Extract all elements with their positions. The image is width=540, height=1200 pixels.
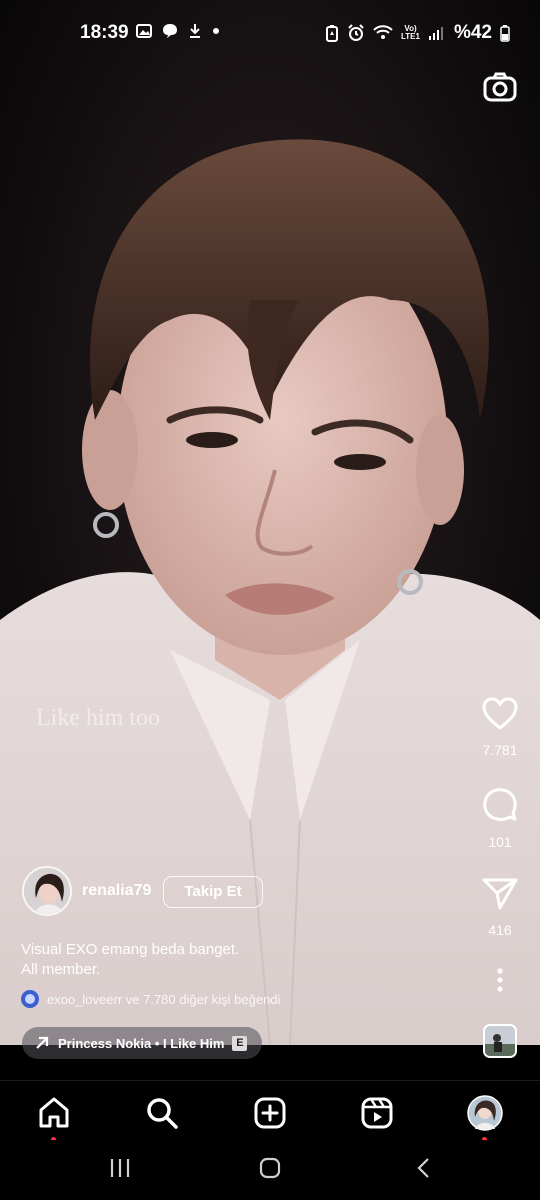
reel-overlay-text: Like him too — [36, 705, 160, 731]
caption-line-1: Visual EXO emang beda banget. — [21, 941, 240, 958]
share-count: 416 — [488, 922, 512, 938]
comment-action: 101 — [460, 787, 540, 850]
share-action: 416 — [460, 877, 540, 938]
profile-avatar — [467, 1095, 503, 1131]
download-icon — [190, 24, 200, 38]
audio-label: Princess Nokia • I Like Him — [58, 1035, 225, 1051]
more-notifications-dot-icon — [213, 28, 219, 34]
system-nav-bar — [0, 1140, 540, 1200]
author-avatar[interactable] — [22, 866, 72, 916]
alarm-icon — [348, 24, 364, 41]
reel-video[interactable]: Like him too — [0, 0, 540, 1045]
caption-line-2: All member. — [21, 961, 101, 978]
message-icon — [163, 24, 177, 38]
nav-home[interactable] — [36, 1095, 72, 1142]
more-vertical-icon[interactable] — [496, 967, 504, 993]
reel-portrait-image — [0, 0, 540, 1045]
send-icon[interactable] — [482, 877, 518, 911]
battery-saver-icon — [326, 25, 338, 42]
nav-create[interactable] — [252, 1095, 288, 1131]
home-icon — [39, 1097, 69, 1128]
arrow-up-right-icon — [36, 1036, 49, 1049]
heart-icon[interactable] — [482, 697, 518, 731]
gallery-icon — [136, 24, 152, 38]
recent-apps-icon[interactable] — [108, 1157, 132, 1179]
liker-avatar-image — [21, 990, 39, 1008]
liked-by-text: exoo_loveerr ve 7.780 diğer kişi beğendi — [47, 991, 281, 1007]
liker-avatar — [21, 990, 39, 1008]
caption[interactable]: Visual EXO emang beda banget. All member… — [21, 940, 239, 980]
status-notification-icons — [136, 23, 220, 39]
nav-profile[interactable] — [467, 1095, 503, 1142]
camera-button[interactable] — [482, 70, 518, 106]
wifi-icon — [373, 25, 393, 39]
signal-icon — [428, 27, 443, 40]
volte-label: Vo) LTE1 — [401, 24, 420, 41]
status-time: 18:39 — [80, 22, 129, 43]
status-system-icons: Vo) LTE1 %42 — [325, 22, 510, 44]
battery-icon — [500, 25, 510, 42]
home-gesture-icon[interactable] — [258, 1157, 282, 1179]
audio-thumbnail-image — [485, 1026, 515, 1056]
battery-percent: %42 — [453, 22, 492, 43]
comment-icon[interactable] — [482, 787, 518, 823]
nav-search[interactable] — [144, 1095, 180, 1131]
like-action: 7.781 — [460, 697, 540, 758]
audio-track[interactable]: Princess Nokia • I Like Him E — [22, 1027, 262, 1059]
camera-icon — [483, 72, 517, 102]
reels-icon — [361, 1097, 393, 1129]
plus-square-icon — [254, 1097, 286, 1129]
status-bar: 18:39 Vo) LTE1 %42 — [0, 0, 540, 64]
comment-count: 101 — [488, 834, 512, 850]
liked-by[interactable]: exoo_loveerr ve 7.780 diğer kişi beğendi — [21, 990, 280, 1008]
more-action — [460, 967, 540, 998]
back-icon[interactable] — [412, 1157, 436, 1179]
audio-thumbnail[interactable] — [483, 1024, 517, 1058]
nav-reels[interactable] — [359, 1095, 395, 1131]
explicit-badge: E — [232, 1035, 248, 1051]
follow-button[interactable]: Takip Et — [163, 876, 263, 908]
search-icon — [147, 1098, 178, 1129]
bottom-nav — [0, 1080, 540, 1142]
like-count: 7.781 — [482, 742, 518, 758]
author-username[interactable]: renalia79 — [82, 882, 151, 900]
